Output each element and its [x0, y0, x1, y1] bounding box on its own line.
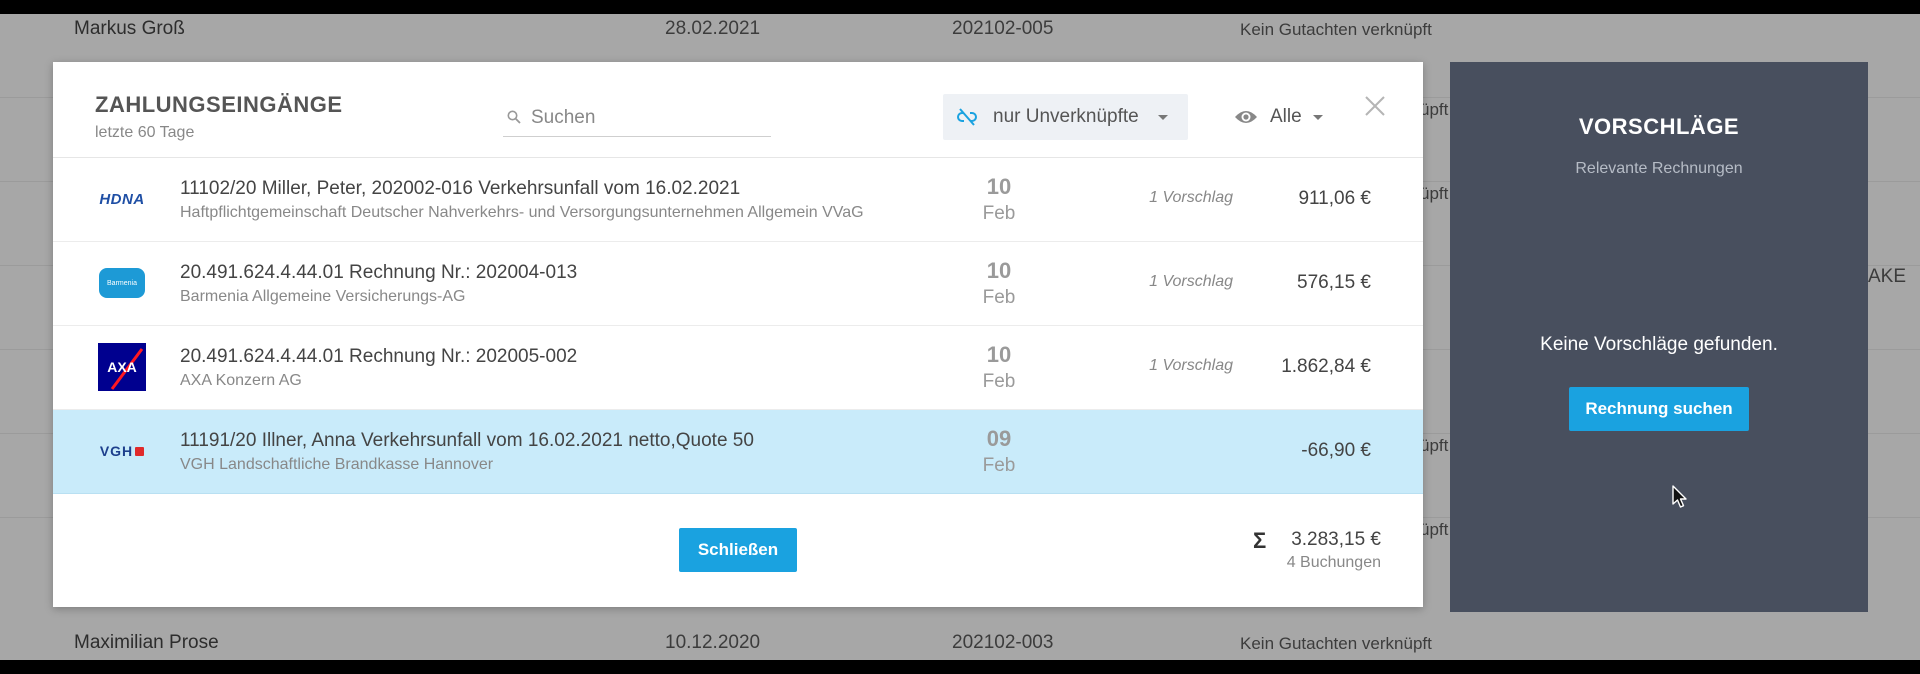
- payment-month: Feb: [982, 287, 1016, 308]
- panel-subtitle: Relevante Rechnungen: [1575, 160, 1743, 177]
- payment-day: 10: [986, 258, 1012, 283]
- eye-icon: [1235, 111, 1257, 123]
- payments-modal: ZAHLUNGSEINGÄNGE letzte 60 Tage nur Unve…: [53, 62, 1423, 607]
- empty-state-text: Keine Vorschläge gefunden.: [1540, 334, 1778, 355]
- search-invoice-button[interactable]: Rechnung suchen: [1569, 387, 1749, 431]
- vgh-logo: VGH: [97, 427, 147, 475]
- link-filter-label: nur Unverknüpfte: [993, 106, 1139, 127]
- visibility-filter-dropdown[interactable]: Alle: [1228, 94, 1328, 140]
- background-fragment: üpft: [1420, 184, 1449, 203]
- background-cell-name: Markus Groß: [74, 18, 185, 39]
- vgh-mark-icon: [135, 446, 145, 456]
- background-cell-number: 202102-005: [952, 18, 1054, 39]
- background-cell-status: Kein Gutachten verknüpft: [1240, 20, 1432, 39]
- payment-suggestions[interactable]: 1 Vorschlag: [1103, 189, 1233, 207]
- payment-title: 20.491.624.4.44.01 Rechnung Nr.: 202004-…: [180, 262, 578, 283]
- payment-row-selected[interactable]: VGH 11191/20 Illner, Anna Verkehrsunfall…: [53, 410, 1423, 494]
- payment-payer: AXA Konzern AG: [180, 372, 302, 389]
- payment-day: 10: [986, 342, 1012, 367]
- barmenia-logo: Barmenia: [97, 259, 147, 307]
- payment-suggestions[interactable]: 1 Vorschlag: [1103, 273, 1233, 291]
- payment-payer: Haftpflichtgemeinschaft Deutscher Nahver…: [180, 204, 864, 221]
- close-icon[interactable]: [1363, 94, 1387, 118]
- suggestions-panel: VORSCHLÄGE Relevante Rechnungen Keine Vo…: [1450, 62, 1868, 612]
- payment-amount: 1.862,84 €: [1281, 356, 1371, 377]
- sigma-icon: Σ: [1253, 528, 1267, 553]
- unlink-icon: [957, 108, 977, 126]
- background-cell-status: Kein Gutachten verknüpft: [1240, 634, 1432, 653]
- payment-day: 09: [986, 426, 1012, 451]
- modal-header: ZAHLUNGSEINGÄNGE letzte 60 Tage nur Unve…: [53, 62, 1423, 158]
- payment-month: Feb: [982, 371, 1016, 392]
- background-fragment: üpft: [1420, 100, 1449, 119]
- axa-logo: AXA: [97, 343, 147, 391]
- close-button[interactable]: Schließen: [679, 528, 797, 572]
- payment-row[interactable]: HDNA 11102/20 Miller, Peter, 202002-016 …: [53, 158, 1423, 242]
- background-cell-name: Maximilian Prose: [74, 632, 219, 653]
- modal-title: ZAHLUNGSEINGÄNGE: [95, 92, 343, 117]
- search-box[interactable]: [503, 102, 771, 137]
- background-cell-date: 10.12.2020: [665, 632, 761, 653]
- background-fragment: üpft: [1420, 520, 1449, 539]
- modal-subtitle: letzte 60 Tage: [95, 124, 195, 141]
- background-cell-number: 202102-003: [952, 632, 1054, 653]
- payment-month: Feb: [982, 455, 1016, 476]
- search-icon: [507, 110, 521, 124]
- chevron-down-icon: [1158, 115, 1168, 120]
- background-fragment: üpft: [1420, 436, 1449, 455]
- chevron-down-icon: [1313, 115, 1323, 120]
- background-fragment: AKE: [1868, 266, 1907, 287]
- payment-payer: VGH Landschaftliche Brandkasse Hannover: [180, 456, 494, 473]
- payment-payer: Barmenia Allgemeine Versicherungs-AG: [180, 288, 466, 305]
- modal-footer: Schließen Σ 3.283,15 € 4 Buchungen: [53, 498, 1423, 607]
- panel-title: VORSCHLÄGE: [1578, 114, 1740, 139]
- background-cell-date: 28.02.2021: [665, 18, 761, 39]
- visibility-filter-label: Alle: [1270, 106, 1302, 127]
- payment-amount: -66,90 €: [1301, 440, 1371, 461]
- booking-count: 4 Buchungen: [1286, 554, 1381, 571]
- payment-day: 10: [986, 174, 1012, 199]
- payment-title: 11191/20 Illner, Anna Verkehrsunfall vom…: [180, 430, 754, 451]
- mouse-cursor-icon: [1672, 485, 1687, 508]
- payment-month: Feb: [982, 203, 1016, 224]
- payment-suggestions[interactable]: 1 Vorschlag: [1103, 357, 1233, 375]
- payment-title: 11102/20 Miller, Peter, 202002-016 Verke…: [180, 178, 741, 199]
- link-filter-dropdown[interactable]: nur Unverknüpfte: [943, 94, 1188, 140]
- payment-title: 20.491.624.4.44.01 Rechnung Nr.: 202005-…: [180, 346, 578, 367]
- hdna-logo: HDNA: [99, 190, 145, 208]
- search-input[interactable]: [531, 104, 766, 132]
- payment-row[interactable]: Barmenia 20.491.624.4.44.01 Rechnung Nr.…: [53, 242, 1423, 326]
- payment-amount: 576,15 €: [1297, 272, 1371, 293]
- payment-amount: 911,06 €: [1298, 188, 1371, 209]
- payment-row[interactable]: AXA 20.491.624.4.44.01 Rechnung Nr.: 202…: [53, 326, 1423, 410]
- sum-amount: 3.283,15 €: [1291, 529, 1381, 550]
